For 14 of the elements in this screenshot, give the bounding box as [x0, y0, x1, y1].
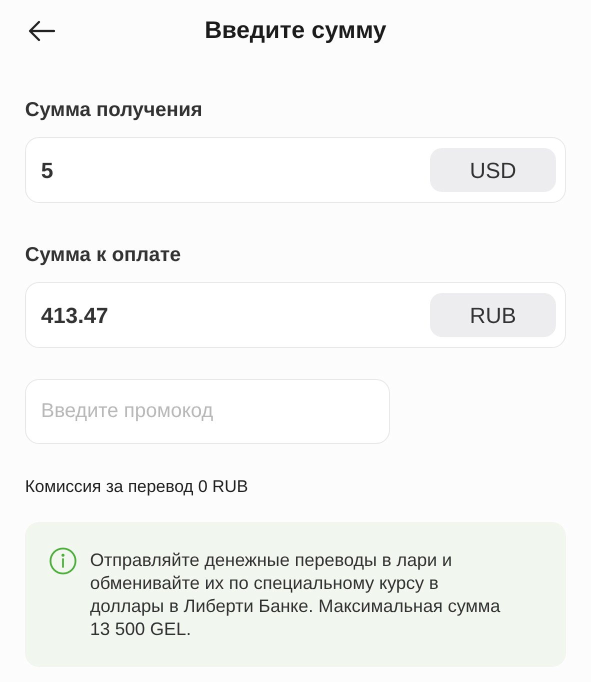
promo-field[interactable]: Введите промокод	[25, 379, 390, 444]
amount-field[interactable]: 5 USD	[25, 137, 566, 203]
page-title: Введите сумму	[204, 16, 386, 46]
info-icon	[49, 547, 77, 575]
amount-value: 5	[41, 158, 54, 182]
back-icon[interactable]	[28, 20, 56, 42]
field-label: Сумма к оплате	[25, 243, 182, 267]
field-label: Сумма получения	[25, 98, 204, 122]
amount-field[interactable]: 413.47 RUB	[25, 282, 566, 348]
amount-value: 413.47	[41, 302, 108, 328]
currency-button[interactable]: RUB	[430, 293, 556, 337]
currency-button[interactable]: USD	[430, 148, 556, 192]
commission-text: Комиссия за перевод 0 RUB	[25, 477, 250, 497]
info-text: Отправляйте денежные переводы в лари и обменивайте их по специальному курсу в доллары в Либерти Банке. Максимальная сумма 13 500 GEL.	[90, 549, 502, 641]
